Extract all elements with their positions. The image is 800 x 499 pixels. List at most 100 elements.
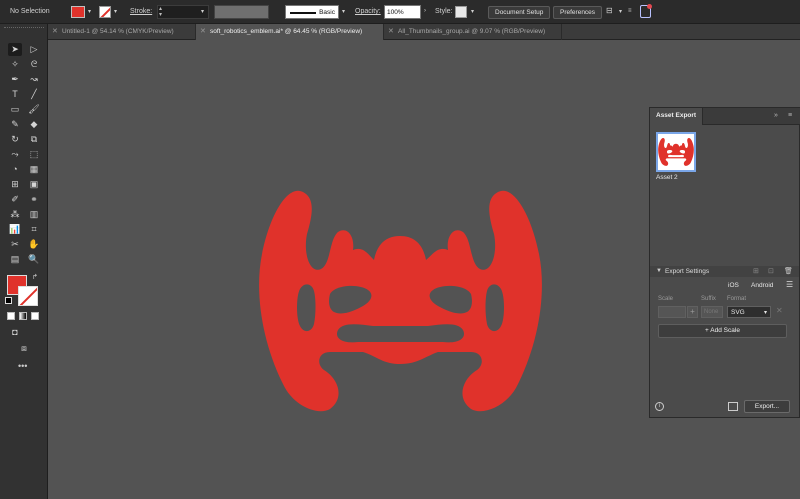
scale-dropdown-icon[interactable]: + bbox=[687, 306, 698, 318]
panel-title[interactable]: Asset Export bbox=[650, 108, 704, 125]
artboard-canvas[interactable] bbox=[48, 41, 648, 499]
chevron-down-icon: ▾ bbox=[763, 310, 767, 316]
stroke-swatch[interactable] bbox=[18, 286, 38, 306]
preset-ios[interactable]: iOS bbox=[728, 282, 739, 289]
type-tool-icon[interactable]: T bbox=[8, 88, 22, 101]
brush-definition-select[interactable]: Basic bbox=[285, 5, 339, 19]
perspective-grid-tool-icon[interactable]: ▦ bbox=[27, 163, 41, 176]
list-icon[interactable]: ☰ bbox=[786, 280, 793, 289]
document-setup-button[interactable]: Document Setup bbox=[488, 6, 551, 19]
preset-android[interactable]: Android bbox=[751, 282, 773, 289]
eraser-tool-icon[interactable]: ◆ bbox=[27, 118, 41, 131]
add-scale-button[interactable]: + Add Scale bbox=[658, 324, 787, 338]
add-asset-icon[interactable]: ⊡ bbox=[768, 267, 774, 275]
chevron-down-icon[interactable]: ▾ bbox=[114, 8, 117, 15]
opacity-input[interactable]: 100% bbox=[384, 5, 421, 19]
blend-tool-icon[interactable]: ⚭ bbox=[27, 193, 41, 206]
free-transform-tool-icon[interactable]: ⬚ bbox=[27, 148, 41, 161]
shaper-tool-icon[interactable]: ✎ bbox=[8, 118, 22, 131]
draw-normal-icon[interactable]: ◘ bbox=[8, 326, 22, 339]
scale-input[interactable] bbox=[658, 306, 686, 318]
export-button[interactable]: Export... bbox=[744, 400, 790, 413]
launch-export-icon[interactable]: ⊞ bbox=[753, 267, 759, 275]
asset-export-panel: Asset Export » ≡ Asset 2 ▼ Export Settin… bbox=[649, 107, 800, 418]
tab-untitled[interactable]: ✕ Untitled-1 @ 54.14 % (CMYK/Preview) bbox=[48, 24, 196, 40]
shape-builder-tool-icon[interactable]: ◔ bbox=[8, 163, 22, 176]
artboard-tool-icon[interactable]: ⌗ bbox=[27, 223, 41, 236]
remove-scale-icon[interactable]: ✕ bbox=[776, 306, 783, 315]
format-column-label: Format bbox=[727, 296, 747, 302]
panel-menu-icon[interactable]: ≡ bbox=[788, 112, 792, 119]
variable-width-profile[interactable] bbox=[214, 5, 269, 19]
tab-soft-robotics[interactable]: ✕ soft_robotics_emblem.ai* @ 64.45 % (RG… bbox=[196, 24, 384, 40]
column-graph-tool-icon[interactable]: ▥ bbox=[27, 208, 41, 221]
curvature-tool-icon[interactable]: ↝ bbox=[27, 73, 41, 86]
mesh-tool-icon[interactable]: ⊞ bbox=[8, 178, 22, 191]
brush-stroke-preview bbox=[290, 12, 316, 14]
chevron-down-icon[interactable]: ▾ bbox=[88, 8, 91, 15]
default-fill-stroke-icon[interactable] bbox=[5, 297, 12, 304]
print-tiling-tool-icon[interactable]: ▤ bbox=[8, 253, 22, 266]
swap-fill-stroke-icon[interactable]: ↱ bbox=[32, 273, 38, 281]
export-settings-header[interactable]: ▼ Export Settings ⊞ ⊡ 🗑 bbox=[650, 266, 799, 277]
close-icon[interactable]: ✕ bbox=[200, 27, 206, 35]
lasso-tool-icon[interactable]: ᘓ bbox=[27, 58, 41, 71]
graph-tool-icon[interactable]: 📊 bbox=[8, 223, 22, 236]
line-tool-icon[interactable]: ╱ bbox=[27, 88, 41, 101]
chevron-down-icon[interactable]: ▼ bbox=[656, 268, 662, 274]
tab-all-thumbnails[interactable]: ✕ All_Thumbnails_group.ai @ 9.07 % (RGB/… bbox=[384, 24, 562, 40]
paintbrush-tool-icon[interactable]: 🖌 bbox=[27, 103, 41, 116]
arrange-documents-icon[interactable]: ⊟ bbox=[606, 6, 613, 15]
pen-tool-icon[interactable]: ✒ bbox=[8, 73, 22, 86]
notification-icon[interactable] bbox=[640, 4, 652, 18]
symbol-sprayer-tool-icon[interactable]: ⁂ bbox=[8, 208, 22, 221]
rectangle-tool-icon[interactable]: ▭ bbox=[8, 103, 22, 116]
collapse-icon[interactable]: » bbox=[774, 112, 778, 119]
chevron-down-icon[interactable]: ▾ bbox=[342, 8, 345, 15]
eyedropper-tool-icon[interactable]: ✐ bbox=[8, 193, 22, 206]
hand-tool-icon[interactable]: ✋ bbox=[27, 238, 41, 251]
opacity-label[interactable]: Opacity: bbox=[355, 8, 381, 15]
export-queue-icon[interactable] bbox=[728, 402, 738, 411]
magic-wand-tool-icon[interactable]: ✧ bbox=[8, 58, 22, 71]
stroke-label[interactable]: Stroke: bbox=[130, 8, 152, 15]
screen-mode-icon[interactable]: ⧈ bbox=[17, 342, 31, 355]
format-select[interactable]: SVG ▾ bbox=[727, 306, 771, 318]
direct-selection-tool-icon[interactable]: ▷ bbox=[27, 43, 41, 56]
graphic-style-swatch[interactable] bbox=[455, 6, 467, 18]
trash-icon[interactable]: 🗑 bbox=[784, 267, 793, 275]
fill-color-swatch[interactable] bbox=[71, 6, 85, 18]
chevron-down-icon[interactable]: ▾ bbox=[201, 8, 204, 15]
emblem-artwork[interactable] bbox=[258, 184, 543, 419]
zoom-tool-icon[interactable]: 🔍 bbox=[27, 253, 41, 266]
panel-grip[interactable] bbox=[4, 27, 44, 33]
tab-label: All_Thumbnails_group.ai @ 9.07 % (RGB/Pr… bbox=[398, 28, 546, 35]
stroke-color-swatch[interactable] bbox=[99, 6, 111, 18]
brush-label: Basic bbox=[319, 9, 335, 16]
gradient-mode-icon[interactable] bbox=[19, 312, 27, 320]
close-icon[interactable]: ✕ bbox=[388, 27, 394, 35]
panel-header: Asset Export » ≡ bbox=[650, 108, 800, 125]
slice-tool-icon[interactable]: ✂ bbox=[8, 238, 22, 251]
rotate-tool-icon[interactable]: ↻ bbox=[8, 133, 22, 146]
info-icon[interactable]: i bbox=[655, 402, 664, 411]
chevron-down-icon[interactable]: ▾ bbox=[471, 8, 474, 15]
chevron-down-icon[interactable]: ▾ bbox=[619, 8, 622, 15]
gradient-tool-icon[interactable]: ▣ bbox=[27, 178, 41, 191]
none-mode-icon[interactable] bbox=[31, 312, 39, 320]
stepper-icon[interactable]: ▴ ▾ bbox=[159, 6, 162, 18]
preferences-button[interactable]: Preferences bbox=[553, 6, 603, 19]
width-tool-icon[interactable]: ⤳ bbox=[8, 148, 22, 161]
chevron-right-icon[interactable]: › bbox=[424, 8, 426, 14]
close-icon[interactable]: ✕ bbox=[52, 27, 58, 35]
asset-name[interactable]: Asset 2 bbox=[656, 174, 678, 181]
scale-tool-icon[interactable]: ⧉ bbox=[27, 133, 41, 146]
asset-thumbnail[interactable] bbox=[656, 132, 696, 172]
tab-label: soft_robotics_emblem.ai* @ 64.45 % (RGB/… bbox=[210, 28, 363, 35]
panel-menu-icon[interactable]: ≡ bbox=[628, 8, 632, 14]
color-mode-icon[interactable] bbox=[7, 312, 15, 320]
suffix-input[interactable]: None bbox=[701, 306, 723, 318]
selection-tool-icon[interactable]: ➤ bbox=[8, 43, 22, 56]
notification-dot bbox=[647, 4, 652, 9]
more-tools-icon[interactable]: ••• bbox=[18, 361, 27, 371]
